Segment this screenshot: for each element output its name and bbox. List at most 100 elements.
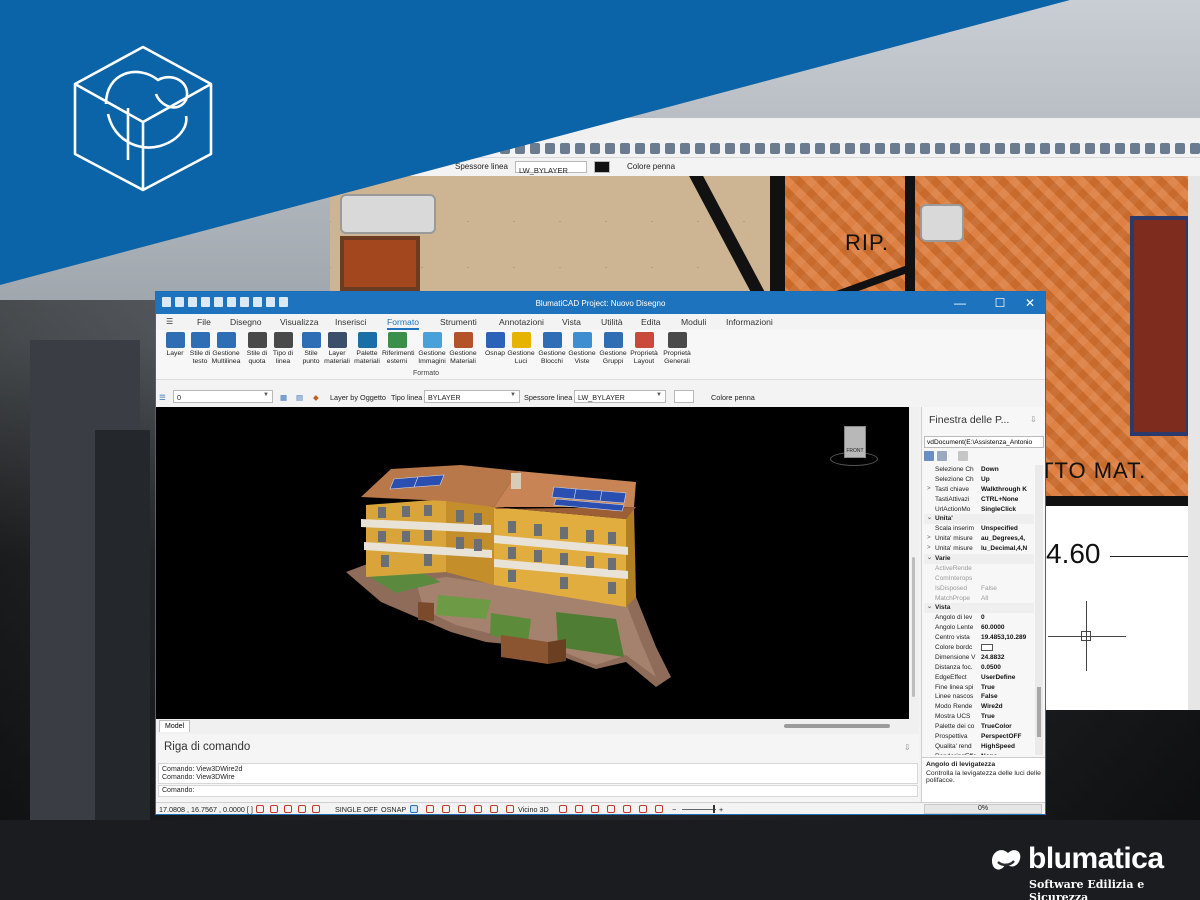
pin-icon[interactable]: ⇩ [904,743,911,752]
grid-icon[interactable] [270,805,278,813]
single-off-toggle[interactable]: SINGLE OFF [335,805,378,814]
back-scrollbar[interactable] [1188,176,1200,710]
menu-moduli[interactable]: Moduli [681,317,706,327]
property-row[interactable]: Selezione Ch Up [924,475,1034,485]
collapse-icon[interactable]: ⌄ [927,554,932,564]
zoom-slider-knob[interactable] [712,805,715,813]
property-row[interactable]: TastiAttivazi CTRL+None [924,495,1034,505]
maximize-button[interactable]: ☐ [986,295,1014,311]
back-lineweight-select[interactable]: LW_BYLAYER [515,161,587,175]
menu-strumenti[interactable]: Strumenti [440,317,477,327]
property-row[interactable]: Prospettiva PerspectOFF [924,732,1034,742]
tab-model[interactable]: Model [159,720,191,732]
insertion-snap-icon[interactable] [607,805,615,813]
perpendicular-snap-icon[interactable] [474,805,482,813]
property-row[interactable]: Angolo di lev 0 [924,613,1034,623]
expand-icon[interactable]: > [927,485,931,495]
ribbon-button[interactable]: Gestione Viste [567,332,597,366]
ribbon-button[interactable]: Riferimenti esterni [382,332,414,366]
ribbon-button[interactable]: Gestione Luci [506,332,536,366]
intersection-snap-icon[interactable] [490,805,498,813]
property-row[interactable]: Scala inserim Unspecified [924,524,1034,534]
close-button[interactable]: ✕ [1016,295,1044,311]
categorized-icon[interactable] [924,451,934,461]
viewport-scrollbar[interactable] [909,407,919,719]
menu-disegno[interactable]: Disegno [230,317,262,327]
horizontal-scroll-thumb[interactable] [784,724,890,728]
snap-off-icon[interactable] [559,805,567,813]
property-row[interactable]: Fine linea spi True [924,683,1034,693]
properties-scrollbar[interactable] [1035,465,1043,755]
menu-vista[interactable]: Vista [562,317,581,327]
property-category[interactable]: ⌄ Vista [924,603,1034,614]
zoom-out-icon[interactable]: − [672,805,676,814]
property-row[interactable]: > Unita' misure lu_Decimal,4,N [924,544,1034,554]
view-cube[interactable]: FRONT [828,422,880,474]
zoom-slider[interactable] [682,809,716,810]
pen-color-swatch[interactable] [674,390,694,403]
layer-tools-icon[interactable]: ▦ [280,393,287,402]
property-row[interactable]: ActiveRende [924,564,1034,574]
property-row[interactable]: Qualita' rend HighSpeed [924,742,1034,752]
property-category[interactable]: ⌄ Varie [924,554,1034,564]
menu-edita[interactable]: Edita [641,317,661,327]
property-row[interactable]: MatchPrope All [924,594,1034,604]
property-row[interactable]: IsDisposed False [924,584,1034,594]
property-row[interactable]: Modo Rende Wire2d [924,702,1034,712]
ribbon-button[interactable]: Layer materiali [322,332,352,366]
ribbon-button[interactable]: Gestione Immagini [417,332,447,366]
apparent-snap-icon[interactable] [655,805,663,813]
property-row[interactable]: EdgeEffect UserDefine [924,673,1034,683]
center-snap-icon[interactable] [442,805,450,813]
ribbon-button[interactable]: Gestione Materiali [448,332,478,366]
layer-select[interactable]: 0 ▼ [173,390,273,403]
endpoint-snap-icon[interactable] [410,805,418,813]
expand-icon[interactable]: > [927,544,931,554]
scroll-thumb[interactable] [1037,687,1041,737]
property-row[interactable]: Mostra UCS True [924,712,1034,722]
osnap-toggle[interactable]: OSNAP [381,805,406,814]
track-icon[interactable] [312,805,320,813]
collapse-icon[interactable]: ⌄ [927,603,932,613]
menu-file[interactable]: File [197,317,211,327]
menu-inserisci[interactable]: Inserisci [335,317,367,327]
back-toolbar-icons[interactable] [500,143,1200,155]
property-row[interactable]: > Tasti chiave Walkthrough K [924,485,1034,495]
menu-formato[interactable]: Formato [387,317,419,330]
snap-icon[interactable] [256,805,264,813]
property-grid[interactable]: Selezione Ch Down Selezione Ch Up > Tasti chi… [924,465,1034,755]
3d-viewport[interactable]: FRONT [156,407,909,719]
ortho-icon[interactable] [284,805,292,813]
property-row[interactable]: Centro vista 19.4853,10.289 [924,633,1034,643]
lineweight-select[interactable]: LW_BYLAYER ▼ [574,390,666,403]
vicino-3d-toggle[interactable]: Vicino 3D [518,805,549,814]
quadrant-snap-icon[interactable] [591,805,599,813]
layer-match-icon[interactable]: ◆ [313,393,319,402]
zoom-in-icon[interactable]: + [719,805,723,814]
ribbon-button[interactable]: Proprietà Generali [662,332,692,366]
property-row[interactable]: RenderingEffeNone [924,752,1034,755]
property-row[interactable]: Selezione Ch Down [924,465,1034,475]
menu-annotazioni[interactable]: Annotazioni [499,317,544,327]
pin-icon[interactable]: ⇩ [1030,415,1037,424]
property-row[interactable]: ComInterops [924,574,1034,584]
property-pages-icon[interactable] [958,451,968,461]
property-category[interactable]: ⌄ Unita' [924,514,1034,525]
collapse-icon[interactable]: ⌄ [927,514,932,524]
property-row[interactable]: UrlActionMo SingleClick [924,505,1034,515]
menu-visualizza[interactable]: Visualizza [280,317,319,327]
document-select[interactable]: vdDocument(E:\Assistenza_Antonio [924,436,1044,448]
command-input[interactable]: Comando: [158,785,918,797]
ribbon-button[interactable]: Proprietà Layout [629,332,659,366]
midpoint-snap-icon[interactable] [426,805,434,813]
extension-snap-icon[interactable] [639,805,647,813]
nearest-snap-icon[interactable] [506,805,514,813]
ribbon-button[interactable]: Gestione Blocchi [537,332,567,366]
layer-filter-icon[interactable]: ▤ [296,393,303,402]
menu-app-icon[interactable]: ☰ [166,317,173,326]
property-row[interactable]: Dimensione V 24.8832 [924,653,1034,663]
menu-utilita[interactable]: Utilità [601,317,623,327]
linetype-select[interactable]: BYLAYER ▼ [424,390,520,403]
property-row[interactable]: Palette dei co TrueColor [924,722,1034,732]
ribbon-button[interactable]: Gestione Gruppi [598,332,628,366]
